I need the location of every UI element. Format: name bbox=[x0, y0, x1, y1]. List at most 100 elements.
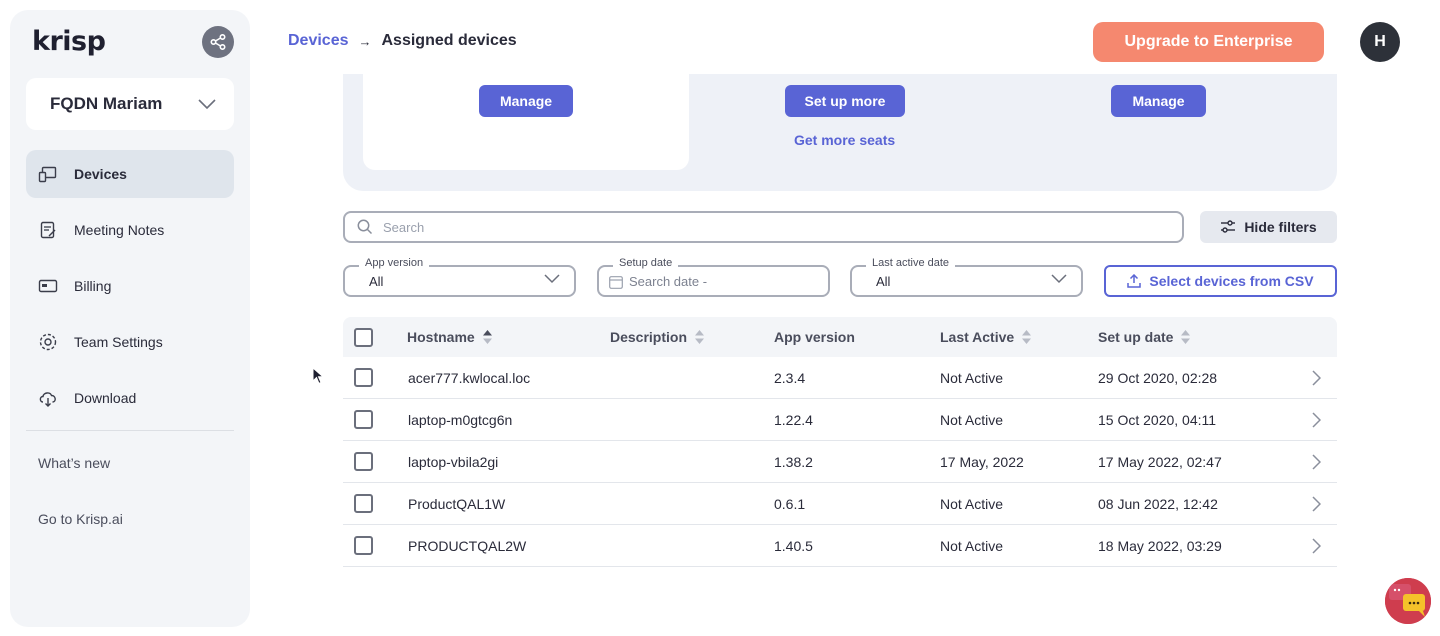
table-row[interactable]: ProductQAL1W 0.6.1 Not Active 08 Jun 202… bbox=[343, 483, 1337, 525]
table-row[interactable]: PRODUCTQAL2W 1.40.5 Not Active 18 May 20… bbox=[343, 525, 1337, 567]
last-active-cell: Not Active bbox=[940, 538, 1004, 554]
get-more-seats-link[interactable]: Get more seats bbox=[794, 132, 895, 148]
notes-icon bbox=[38, 220, 58, 240]
app-version-cell: 0.6.1 bbox=[774, 496, 806, 512]
cloud-download-icon bbox=[38, 388, 58, 408]
column-header-hostname[interactable]: Hostname bbox=[407, 329, 492, 345]
chevron-right-icon[interactable] bbox=[1311, 412, 1321, 428]
app-version-cell: 1.38.2 bbox=[774, 454, 813, 470]
setup-date-filter-label: Setup date bbox=[613, 257, 679, 269]
sidebar-nav: Devices Meeting Notes Billing Team Setti… bbox=[26, 150, 234, 430]
select-all-checkbox[interactable] bbox=[354, 328, 373, 347]
app-version-cell: 1.22.4 bbox=[774, 412, 813, 428]
column-header-label: Last Active bbox=[940, 329, 1015, 345]
krisp-logo[interactable]: krisp bbox=[32, 26, 106, 57]
row-checkbox[interactable] bbox=[354, 494, 373, 513]
last-active-cell: Not Active bbox=[940, 370, 1004, 386]
upload-icon bbox=[1127, 274, 1142, 288]
sidebar-item-label: Download bbox=[74, 390, 137, 406]
share-button[interactable] bbox=[202, 26, 234, 58]
last-active-date-filter-value: All bbox=[876, 274, 891, 289]
setup-date-filter[interactable]: Setup date Search date - bbox=[597, 257, 830, 297]
sidebar-item-label: Billing bbox=[74, 278, 112, 294]
search-icon bbox=[357, 219, 373, 235]
breadcrumb-devices-link[interactable]: Devices bbox=[288, 32, 349, 50]
mouse-cursor-icon bbox=[312, 367, 324, 385]
sidebar-item-label: Meeting Notes bbox=[74, 222, 165, 238]
select-devices-csv-button[interactable]: Select devices from CSV bbox=[1104, 265, 1337, 297]
manage-button[interactable]: Manage bbox=[479, 85, 573, 117]
sidebar-item-devices[interactable]: Devices bbox=[26, 150, 234, 198]
summary-card: Manage bbox=[363, 74, 689, 170]
calendar-icon bbox=[609, 276, 623, 289]
setup-date-cell: 29 Oct 2020, 02:28 bbox=[1098, 370, 1218, 386]
last-active-cell: Not Active bbox=[940, 496, 1004, 512]
sidebar-item-meeting-notes[interactable]: Meeting Notes bbox=[26, 206, 234, 254]
upgrade-button[interactable]: Upgrade to Enterprise bbox=[1093, 22, 1324, 62]
breadcrumb: Devices → Assigned devices bbox=[288, 32, 517, 50]
search-input[interactable] bbox=[383, 219, 1182, 235]
app-version-filter-value: All bbox=[369, 274, 384, 289]
search-bar bbox=[343, 211, 1184, 243]
hostname-cell: PRODUCTQAL2W bbox=[408, 538, 527, 554]
row-checkbox[interactable] bbox=[354, 452, 373, 471]
whats-new-link[interactable]: What’s new bbox=[38, 455, 110, 471]
chevron-right-icon[interactable] bbox=[1311, 496, 1321, 512]
last-active-cell: 17 May, 2022 bbox=[940, 454, 1024, 470]
sidebar: krisp FQDN Mariam Devices Meeting Notes bbox=[10, 10, 250, 627]
column-header-label: App version bbox=[774, 329, 855, 345]
page-title: Assigned devices bbox=[381, 32, 517, 49]
chevron-down-icon bbox=[544, 274, 560, 284]
chevron-right-icon[interactable] bbox=[1311, 538, 1321, 554]
table-row[interactable]: laptop-vbila2gi 1.38.2 17 May, 2022 17 M… bbox=[343, 441, 1337, 483]
table-row[interactable]: acer777.kwlocal.loc 2.3.4 Not Active 29 … bbox=[343, 357, 1337, 399]
team-selector[interactable]: FQDN Mariam bbox=[26, 78, 234, 130]
sort-icon bbox=[482, 330, 492, 344]
setup-date-cell: 15 Oct 2020, 04:11 bbox=[1098, 412, 1217, 428]
chat-bubbles-icon bbox=[1385, 578, 1431, 624]
sidebar-item-label: Team Settings bbox=[74, 334, 163, 350]
app-version-filter[interactable]: App version All bbox=[343, 257, 576, 297]
column-header-description[interactable]: Description bbox=[610, 329, 705, 345]
app-version-filter-label: App version bbox=[359, 257, 430, 269]
hostname-cell: laptop-vbila2gi bbox=[408, 454, 499, 470]
devices-icon bbox=[38, 164, 58, 184]
go-to-krisp-link[interactable]: Go to Krisp.ai bbox=[38, 511, 123, 527]
sidebar-item-team-settings[interactable]: Team Settings bbox=[26, 318, 234, 366]
select-devices-csv-label: Select devices from CSV bbox=[1149, 273, 1314, 289]
manage-button[interactable]: Manage bbox=[1111, 85, 1206, 117]
chevron-down-icon bbox=[1051, 274, 1067, 284]
table-header: Hostname Description App version Last Ac… bbox=[343, 317, 1337, 357]
hide-filters-button[interactable]: Hide filters bbox=[1200, 211, 1337, 243]
chat-widget-button[interactable] bbox=[1385, 578, 1431, 624]
share-icon bbox=[210, 33, 226, 51]
last-active-date-filter-label: Last active date bbox=[866, 257, 956, 269]
last-active-cell: Not Active bbox=[940, 412, 1004, 428]
avatar[interactable]: H bbox=[1360, 22, 1400, 62]
app-version-cell: 1.40.5 bbox=[774, 538, 813, 554]
team-name: FQDN Mariam bbox=[50, 94, 163, 113]
column-header-label: Set up date bbox=[1098, 329, 1174, 345]
row-checkbox[interactable] bbox=[354, 368, 373, 387]
hide-filters-label: Hide filters bbox=[1244, 219, 1317, 235]
row-checkbox[interactable] bbox=[354, 410, 373, 429]
sidebar-divider bbox=[26, 430, 234, 431]
sidebar-item-billing[interactable]: Billing bbox=[26, 262, 234, 310]
column-header-set-up-date[interactable]: Set up date bbox=[1098, 329, 1191, 345]
last-active-date-filter[interactable]: Last active date All bbox=[850, 257, 1083, 297]
sidebar-item-download[interactable]: Download bbox=[26, 374, 234, 422]
chevron-right-icon[interactable] bbox=[1311, 454, 1321, 470]
card-icon bbox=[38, 276, 58, 296]
setup-date-cell: 18 May 2022, 03:29 bbox=[1098, 538, 1222, 554]
chevron-right-icon[interactable] bbox=[1311, 370, 1321, 386]
row-checkbox[interactable] bbox=[354, 536, 373, 555]
chevron-down-icon bbox=[198, 99, 216, 109]
column-header-last-active[interactable]: Last Active bbox=[940, 329, 1032, 345]
sort-icon bbox=[1181, 330, 1191, 344]
gear-icon bbox=[38, 332, 58, 352]
hostname-cell: laptop-m0gtcg6n bbox=[408, 412, 513, 428]
table-row[interactable]: laptop-m0gtcg6n 1.22.4 Not Active 15 Oct… bbox=[343, 399, 1337, 441]
set-up-more-button[interactable]: Set up more bbox=[785, 85, 905, 117]
filter-sliders-icon bbox=[1221, 220, 1236, 233]
setup-date-cell: 17 May 2022, 02:47 bbox=[1098, 454, 1222, 470]
